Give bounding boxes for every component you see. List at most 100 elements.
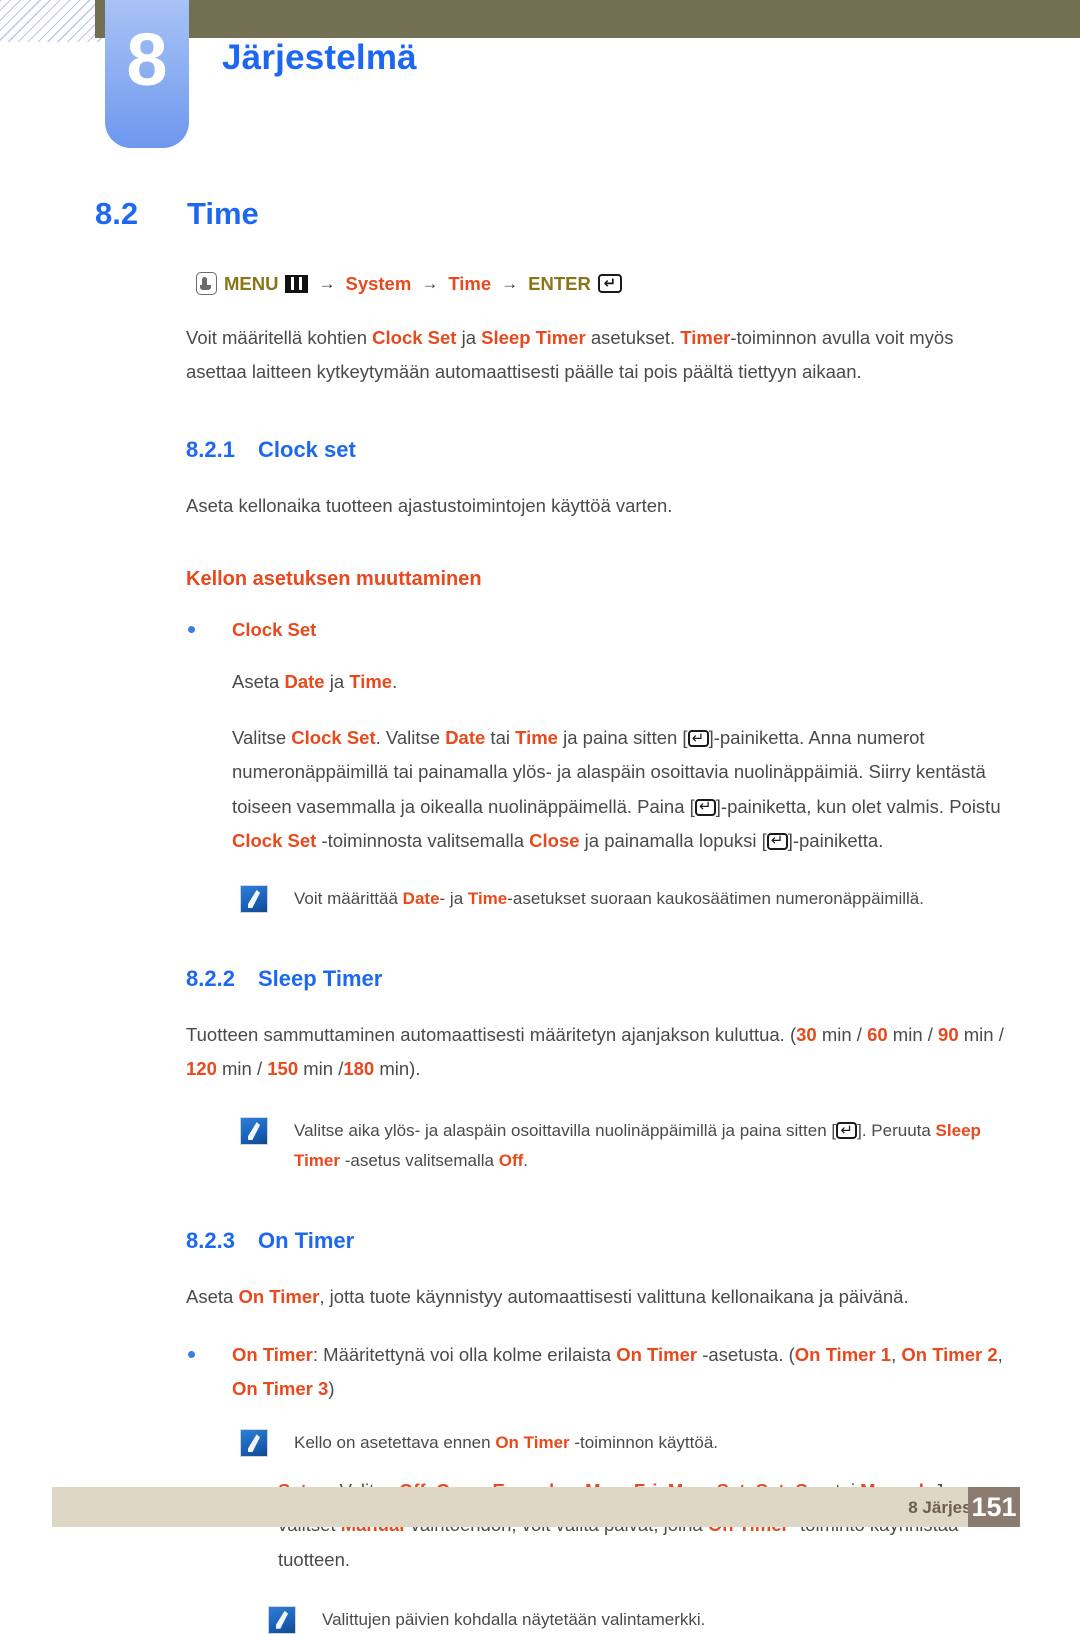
bullet-dot-icon	[188, 625, 195, 633]
ot-intro-b: , jotta tuote käynnistyy automaattisesti…	[319, 1285, 909, 1307]
ot-b1-e: )	[328, 1378, 335, 1400]
ot-b1-a: : Määritettynä voi olla kolme erilaista	[312, 1343, 617, 1365]
menu-path-enter-label: ENTER	[528, 272, 591, 294]
enter-key-icon	[597, 274, 622, 293]
clock-set-intro: Aseta kellonaika tuotteen ajastustoimint…	[186, 495, 673, 517]
cs-d: ja paina sitten [	[557, 727, 688, 749]
clock-set-bullet-label: Clock Set	[232, 618, 317, 640]
note-box-on-timer-2: Valittujen päivien kohdalla näytetään va…	[260, 1605, 1050, 1634]
cs-b: . Valitse	[375, 727, 446, 749]
on-timer-intro: Aseta On Timer, jotta tuote käynnistyy a…	[186, 1280, 1016, 1314]
ot-b1-hl-on-timer-3: On Timer 3	[232, 1378, 329, 1400]
list-item: Clock Set	[186, 613, 1016, 647]
enter-key-icon-inline-2	[694, 798, 716, 816]
decorative-hatch-pattern	[0, 0, 108, 42]
cs-hl-clock-set: Clock Set	[291, 727, 376, 749]
note-st-a: Valitse aika ylös- ja alaspäin osoittavi…	[294, 1121, 837, 1141]
cs-a: Valitse	[232, 727, 292, 749]
sleep-timer-body: Tuotteen sammuttaminen automaattisesti m…	[186, 1018, 1016, 1086]
note-st-c: -asetus valitsemalla	[340, 1150, 499, 1170]
intro-text-c: asetukset.	[585, 327, 681, 348]
note-ot1-b: -toiminnon käyttöä.	[569, 1433, 719, 1453]
st-c: min /	[887, 1023, 939, 1045]
list-item: On Timer: Määritettynä voi olla kolme er…	[186, 1338, 1016, 1406]
note-ot1-a: Kello on asetettava ennen	[294, 1433, 496, 1453]
st-f: min /	[298, 1057, 344, 1079]
cs-hl-clock-set-2: Clock Set	[232, 829, 317, 851]
cs-hl-time: Time	[515, 727, 558, 749]
arrow-right-icon-1: →	[318, 273, 336, 293]
intro-highlight-clock-set: Clock Set	[372, 327, 457, 348]
menu-path-item-system: System	[345, 272, 412, 294]
ot-intro-hl-on-timer: On Timer	[238, 1285, 320, 1307]
clock-set-line1: Aseta Date ja Time.	[232, 665, 1022, 699]
clock-set-instructions: Valitse Clock Set. Valitse Date tai Time…	[232, 721, 1022, 858]
chapter-number: 8	[126, 18, 168, 101]
note-box-clock-set: Voit määrittää Date- ja Time-asetukset s…	[232, 884, 1022, 914]
subsection-title-clock-set: Clock set	[258, 437, 356, 463]
st-value-150: 150	[267, 1057, 299, 1079]
chapter-number-tab: 8	[105, 0, 189, 148]
ot-b1-c: ,	[891, 1343, 902, 1365]
subsection-title-on-timer: On Timer	[258, 1227, 355, 1253]
cs-hl-date: Date	[445, 727, 486, 749]
cs-h: ja painamalla lopuksi [	[579, 829, 767, 851]
note-st-hl-off: Off	[498, 1150, 524, 1170]
enter-key-icon-inline-1	[687, 730, 709, 748]
cs-hl-close: Close	[529, 829, 580, 851]
note-cs-hl-time: Time	[467, 888, 508, 908]
subsection-heading-clock-set: 8.2.1 Clock set	[186, 437, 1080, 463]
st-b: min /	[816, 1023, 868, 1045]
clock-set-highlight-date: Date	[284, 670, 325, 692]
intro-highlight-sleep-timer: Sleep Timer	[481, 327, 586, 348]
ot-b1-hl-on-timer-2b: On Timer 2	[901, 1343, 998, 1365]
ot-intro-a: Aseta	[186, 1285, 239, 1307]
clock-set-line1-b: ja	[324, 670, 350, 692]
enter-key-icon-inline-4	[836, 1122, 858, 1140]
intro-paragraph: Voit määritellä kohtien Clock Set ja Sle…	[186, 321, 1016, 389]
note-ot2-text: Valittujen päivien kohdalla näytetään va…	[322, 1609, 706, 1629]
st-e: min /	[216, 1057, 268, 1079]
ot-b1-b: -asetusta. (	[697, 1343, 795, 1365]
note-cs-c: -asetukset suoraan kaukosäätimen numeron…	[507, 888, 924, 908]
note-pen-icon-2	[240, 1117, 268, 1146]
footer-bar	[52, 1487, 1020, 1527]
clock-set-line1-c: .	[392, 670, 398, 692]
section-number: 8.2	[95, 196, 139, 231]
note-pen-icon	[240, 884, 268, 913]
subsection-heading-on-timer: 8.2.3 On Timer	[186, 1228, 1080, 1254]
cs-c: tai	[485, 727, 516, 749]
st-value-90: 90	[938, 1023, 959, 1045]
section-heading: 8.2 Time	[95, 196, 1080, 232]
st-value-180: 180	[343, 1057, 375, 1079]
arrow-right-icon-3: →	[501, 273, 519, 293]
clock-set-highlight-time: Time	[349, 670, 393, 692]
note-pen-icon-3	[240, 1429, 268, 1458]
ot-b1-hl-on-timer-2: On Timer	[616, 1343, 698, 1365]
ot-b1-hl-on-timer-1: On Timer 1	[794, 1343, 892, 1365]
ot-b1-hl-on-timer: On Timer	[232, 1343, 313, 1365]
note-st-b: ]. Peruuta	[857, 1121, 936, 1141]
subsection-title-sleep-timer: Sleep Timer	[258, 965, 383, 991]
note-cs-b: - ja	[439, 888, 468, 908]
cs-f: ]-painiketta, kun olet valmis. Poistu	[715, 795, 1001, 817]
menu-path-item-time: Time	[448, 272, 492, 294]
st-value-60: 60	[867, 1023, 888, 1045]
clock-set-line1-a: Aseta	[232, 670, 285, 692]
document-page: 8 Järjestelmä 8.2 Time MENU → System → T…	[0, 0, 1080, 1634]
clock-set-orange-heading: Kellon asetuksen muuttaminen	[186, 567, 482, 590]
cs-i: ]-painiketta.	[787, 829, 884, 851]
header-olive-bar	[95, 0, 1080, 38]
note-box-on-timer-1: Kello on asetettava ennen On Timer -toim…	[232, 1428, 1022, 1458]
note-box-sleep-timer: Valitse aika ylös- ja alaspäin osoittavi…	[232, 1116, 1022, 1176]
bullet-dot-icon-2	[188, 1350, 195, 1358]
section-title: Time	[187, 196, 259, 231]
st-value-30: 30	[796, 1023, 817, 1045]
menu-path-breadcrumb: MENU → System → Time → ENTER	[196, 272, 1080, 295]
st-value-120: 120	[186, 1057, 217, 1079]
intro-text-a: Voit määritellä kohtien	[186, 327, 373, 348]
note-pen-icon-4	[268, 1605, 296, 1634]
menu-grid-icon	[285, 274, 309, 293]
intro-text-b: ja	[456, 327, 482, 348]
subsection-number-821: 8.2.1	[186, 437, 235, 463]
